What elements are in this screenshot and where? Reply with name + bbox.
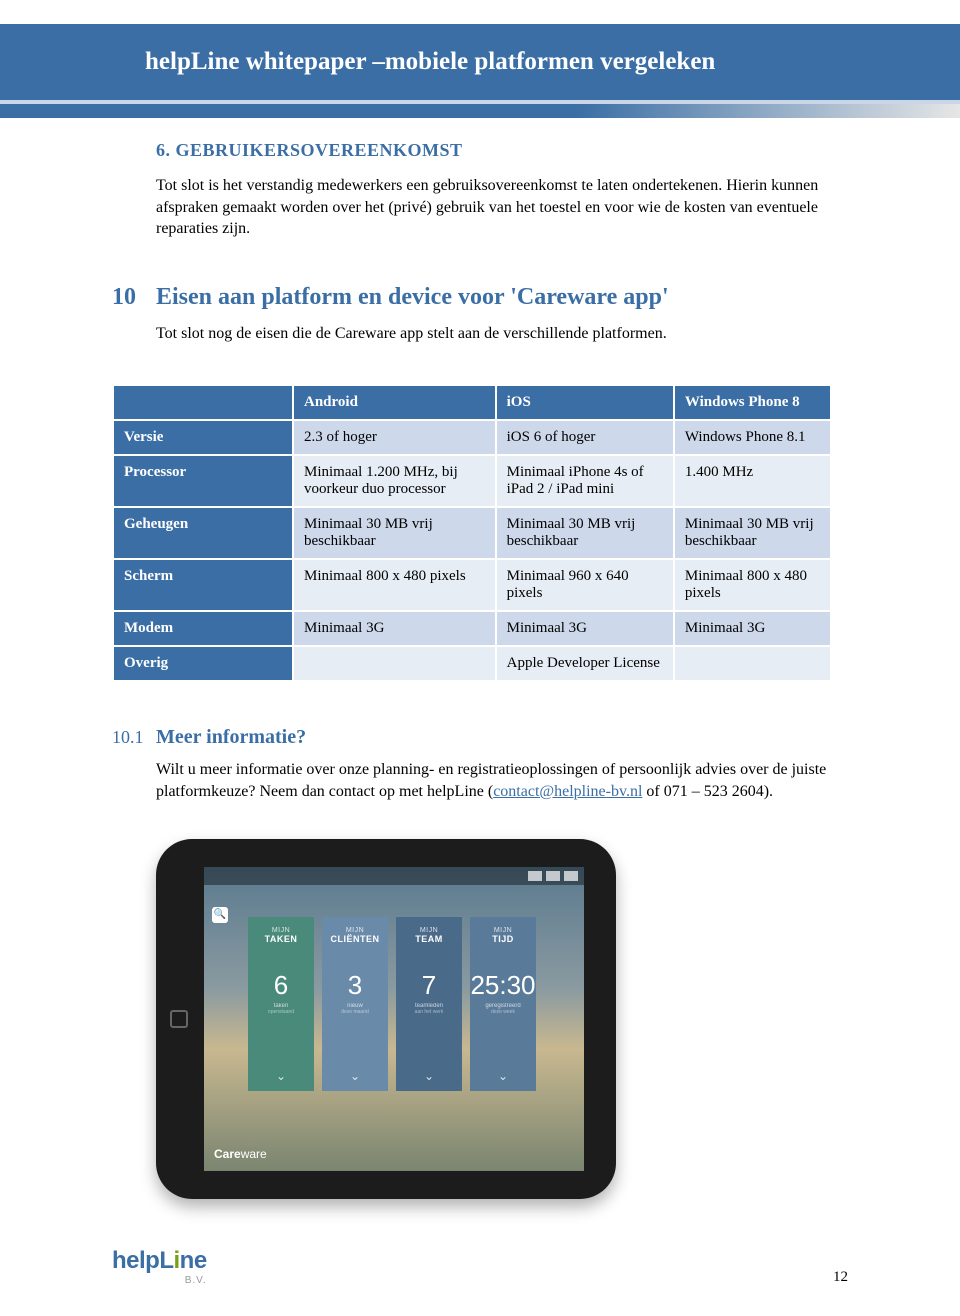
- row-label: Versie: [113, 420, 293, 455]
- logo-light: ware: [241, 1147, 267, 1161]
- tile-top: MIJN: [420, 927, 438, 934]
- status-icon: [546, 871, 560, 881]
- page-number: 12: [833, 1269, 848, 1286]
- status-icon: [564, 871, 578, 881]
- section6-body: Tot slot is het verstandig medewerkers e…: [156, 175, 850, 240]
- tile-label: TIJD: [492, 934, 514, 944]
- section101-body: Wilt u meer informatie over onze plannin…: [156, 759, 850, 802]
- table-cell: Minimaal iPhone 4s of iPad 2 / iPad mini: [496, 455, 674, 507]
- tile-sub2: deze maand: [341, 1009, 369, 1015]
- chevron-down-icon: ⌄: [276, 1069, 286, 1083]
- table-cell: Minimaal 3G: [674, 611, 831, 646]
- table-cell: 1.400 MHz: [674, 455, 831, 507]
- search-icon: 🔍: [212, 907, 228, 923]
- logo-bold: Care: [214, 1147, 241, 1161]
- section101-title: Meer informatie?: [156, 726, 306, 749]
- tile-top: MIJN: [346, 927, 364, 934]
- table-cell: Apple Developer License: [496, 646, 674, 681]
- col-android: Android: [293, 385, 496, 420]
- app-tile: MIJNTAKEN6takenopenstaand⌄: [248, 917, 314, 1091]
- footer-logo: helpLine B.V.: [112, 1247, 207, 1286]
- table-row: Overig Apple Developer License: [113, 646, 831, 681]
- table-row: ProcessorMinimaal 1.200 MHz, bij voorkeu…: [113, 455, 831, 507]
- app-tile: MIJNTIJD25:30geregistreerddeze week⌄: [470, 917, 536, 1091]
- table-cell: Minimaal 3G: [496, 611, 674, 646]
- row-label: Geheugen: [113, 507, 293, 559]
- section10-title: Eisen aan platform en device voor 'Carew…: [156, 284, 669, 311]
- chevron-down-icon: ⌄: [424, 1069, 434, 1083]
- tile-label: TEAM: [415, 934, 443, 944]
- page-title: helpLine whitepaper –mobiele platformen …: [145, 48, 715, 76]
- logo-bv: B.V.: [112, 1275, 207, 1286]
- requirements-table: Android iOS Windows Phone 8 Versie2.3 of…: [112, 384, 832, 682]
- ipad-status-bar: [204, 867, 584, 885]
- row-label: Processor: [113, 455, 293, 507]
- section6-heading: 6. GEBRUIKERSOVEREENKOMST: [156, 140, 850, 161]
- table-cell: Windows Phone 8.1: [674, 420, 831, 455]
- section101-num: 10.1: [112, 727, 156, 748]
- table-cell: Minimaal 30 MB vrij beschikbaar: [496, 507, 674, 559]
- app-tile: MIJNTEAM7teamledenaan het werk⌄: [396, 917, 462, 1091]
- tile-label: TAKEN: [265, 934, 298, 944]
- table-cell: Minimaal 1.200 MHz, bij voorkeur duo pro…: [293, 455, 496, 507]
- careware-logo: Careware: [214, 1147, 267, 1161]
- row-label: Modem: [113, 611, 293, 646]
- app-tile: MIJNCLIËNTEN3nieuwdeze maand⌄: [322, 917, 388, 1091]
- chevron-down-icon: ⌄: [350, 1069, 360, 1083]
- col-wp8: Windows Phone 8: [674, 385, 831, 420]
- tile-sub2: deze week: [491, 1009, 515, 1015]
- table-cell: Minimaal 30 MB vrij beschikbaar: [293, 507, 496, 559]
- tile-top: MIJN: [494, 927, 512, 934]
- tile-sub2: aan het werk: [415, 1009, 444, 1015]
- table-cell: Minimaal 3G: [293, 611, 496, 646]
- chevron-down-icon: ⌄: [498, 1069, 508, 1083]
- table-cell: Minimaal 800 x 480 pixels: [293, 559, 496, 611]
- table-cell: iOS 6 of hoger: [496, 420, 674, 455]
- table-cell: Minimaal 960 x 640 pixels: [496, 559, 674, 611]
- logo-part1: helpL: [112, 1247, 174, 1274]
- header-stripe: [0, 104, 960, 118]
- tile-number: 25:30: [470, 970, 535, 1001]
- table-row: Versie2.3 of hogeriOS 6 of hogerWindows …: [113, 420, 831, 455]
- section101-post: of 071 – 523 2604).: [642, 783, 773, 800]
- logo-part2: ne: [180, 1247, 207, 1274]
- table-row: GeheugenMinimaal 30 MB vrij beschikbaarM…: [113, 507, 831, 559]
- table-cell: 2.3 of hoger: [293, 420, 496, 455]
- tile-number: 3: [348, 970, 362, 1001]
- table-row: SchermMinimaal 800 x 480 pixelsMinimaal …: [113, 559, 831, 611]
- col-blank: [113, 385, 293, 420]
- ipad-illustration: 🔍 MIJNTAKEN6takenopenstaand⌄MIJNCLIËNTEN…: [156, 839, 850, 1199]
- row-label: Overig: [113, 646, 293, 681]
- table-row: ModemMinimaal 3GMinimaal 3GMinimaal 3G: [113, 611, 831, 646]
- table-cell: Minimaal 800 x 480 pixels: [674, 559, 831, 611]
- status-icon: [528, 871, 542, 881]
- section10-sub: Tot slot nog de eisen die de Careware ap…: [156, 323, 850, 345]
- table-cell: [674, 646, 831, 681]
- section10-num: 10: [112, 284, 156, 311]
- tile-sub2: openstaand: [268, 1009, 294, 1015]
- tile-label: CLIËNTEN: [331, 934, 380, 944]
- tile-top: MIJN: [272, 927, 290, 934]
- tile-number: 7: [422, 970, 436, 1001]
- table-cell: Minimaal 30 MB vrij beschikbaar: [674, 507, 831, 559]
- contact-email-link[interactable]: contact@helpline-bv.nl: [493, 783, 642, 800]
- row-label: Scherm: [113, 559, 293, 611]
- col-ios: iOS: [496, 385, 674, 420]
- tile-number: 6: [274, 970, 288, 1001]
- table-cell: [293, 646, 496, 681]
- ipad-home-button-icon: [170, 1010, 188, 1028]
